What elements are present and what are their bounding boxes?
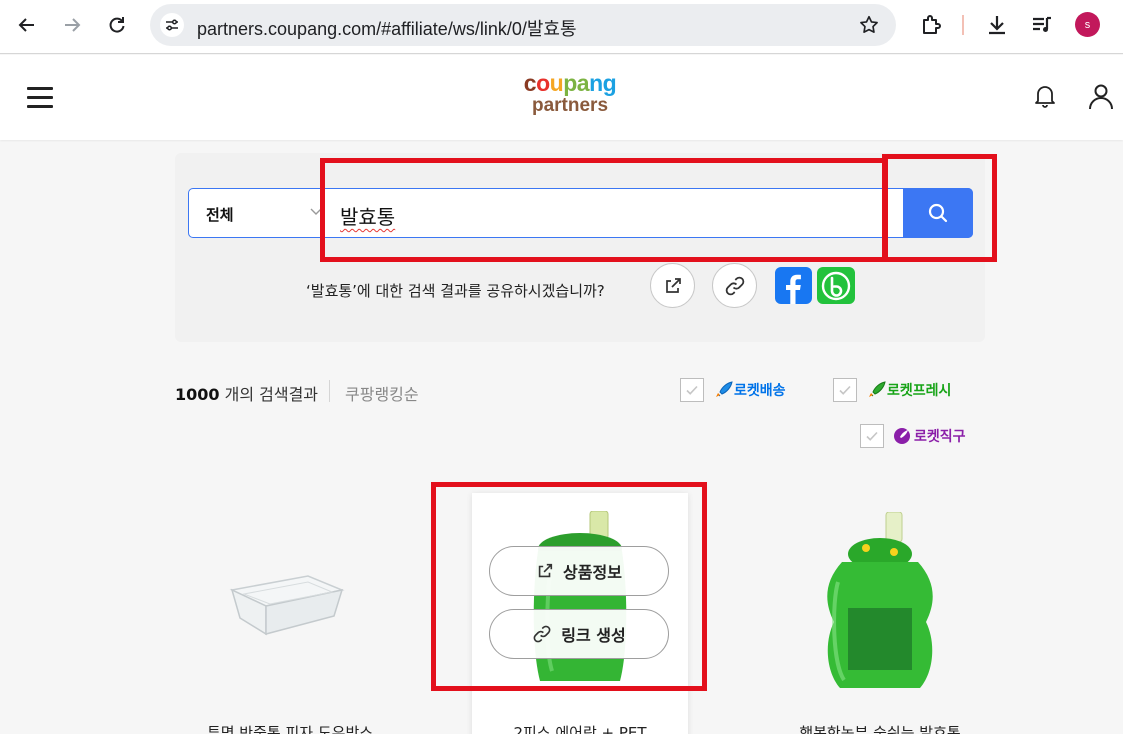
logo-subtitle: partners [531,95,609,116]
download-icon [989,16,1005,35]
filter-label-text: 로켓배송 [734,383,786,399]
rocket-icon [716,381,733,397]
rocket-fresh-label: 로켓프레시 [865,380,951,400]
open-external-button[interactable] [650,263,695,308]
annotation-box-search-input [320,158,888,262]
sort-option[interactable]: 쿠팡랭킹순 [345,381,419,405]
rocket-icon [869,381,886,397]
check-icon [686,385,698,395]
site-info-icon [166,19,178,31]
annotation-box-search-button [882,154,997,262]
extensions-button[interactable] [918,12,944,38]
facebook-icon [786,274,801,304]
result-count-suffix: 개의 검색결과 [219,385,319,404]
copy-link-button[interactable] [712,263,757,308]
account-button[interactable] [1087,82,1115,114]
downloads-button[interactable] [984,12,1010,38]
category-select[interactable]: 전체 [189,189,329,237]
media-icon [1033,16,1051,32]
check-icon [866,431,878,441]
forward-button[interactable] [57,10,87,40]
back-icon [18,18,34,32]
product-title[interactable]: 행복한농부 숨쉬는 발효통 [760,722,1000,734]
product-title[interactable]: 투명 반죽통 피자 도우박스 [170,722,410,734]
product-title[interactable]: 2피스 에어락 + PET [472,722,688,734]
forward-icon [65,18,81,32]
filter-rocket-fresh[interactable]: 로켓프레시 [833,378,951,402]
check-icon [839,385,851,395]
share-question: ‘발효통’에 대한 검색 결과를 공유하시겠습니까? [306,282,605,300]
browser-toolbar: partners.coupang.com/#affiliate/ws/link/… [0,0,1123,54]
rocket-delivery-label: 로켓배송 [712,380,786,400]
filter-label-text: 로켓직구 [914,429,966,445]
external-link-icon [665,277,681,293]
facebook-share-button[interactable] [775,267,812,304]
band-share-button[interactable] [817,267,855,304]
media-control-button[interactable] [1029,12,1055,38]
toolbar-separator [962,15,964,35]
star-icon [860,15,878,33]
extensions-icon [923,15,941,34]
product-card[interactable]: 행복한농부 숨쉬는 발효통 [760,490,1000,734]
product-image [827,512,933,688]
filter-label-text: 로켓프레시 [887,383,952,399]
filter-checkbox[interactable] [833,378,857,402]
menu-icon[interactable] [27,87,53,108]
band-icon [821,271,851,300]
address-bar[interactable]: partners.coupang.com/#affiliate/ws/link/… [150,4,896,46]
product-image [229,575,345,636]
reload-icon [109,17,125,33]
result-count: 1000 개의 검색결과 [175,381,318,405]
product-card[interactable]: 투명 반죽통 피자 도우박스 [170,490,410,734]
filter-checkbox[interactable] [860,424,884,448]
site-header: coupang partners [0,55,1123,140]
user-icon [1089,84,1113,110]
annotation-box-product-actions [431,482,707,691]
logo-wordmark: coupang [523,70,617,96]
rocket-overseas-label: 로켓직구 [892,426,966,446]
coupang-partners-logo[interactable]: coupang partners [520,71,620,117]
url-text: partners.coupang.com/#affiliate/ws/link/… [197,19,577,39]
reload-button[interactable] [102,10,132,40]
globe-rocket-icon [894,428,910,444]
category-label: 전체 [206,206,234,224]
site-info-button[interactable] [160,13,184,37]
back-button[interactable] [12,10,42,40]
result-count-number: 1000 [175,385,220,404]
filter-rocket-delivery[interactable]: 로켓배송 [680,378,786,402]
filter-checkbox[interactable] [680,378,704,402]
notification-button[interactable] [1033,83,1057,113]
link-icon [725,276,744,295]
bookmark-button[interactable] [858,14,880,40]
results-divider [329,380,330,402]
profile-avatar[interactable]: s [1075,12,1100,37]
bell-icon [1035,86,1055,108]
filter-rocket-overseas[interactable]: 로켓직구 [860,424,966,448]
